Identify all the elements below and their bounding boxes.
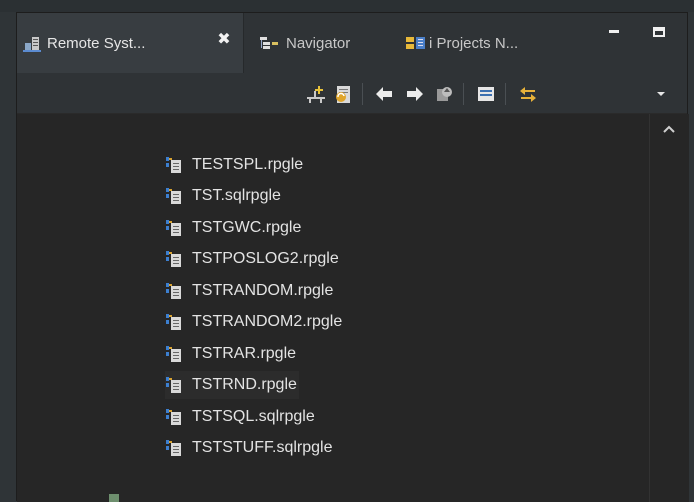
list-item[interactable]: TSTSTUFF.sqlrpgle xyxy=(165,434,332,462)
file-name: TSTRANDOM2.rpgle xyxy=(192,313,343,330)
link-with-editor-button[interactable] xyxy=(517,83,539,105)
up-button[interactable] xyxy=(433,83,455,105)
back-icon xyxy=(376,87,392,101)
file-name: TSTSTUFF.sqlrpgle xyxy=(192,439,333,456)
close-icon[interactable]: ✖ xyxy=(217,32,231,48)
list-item[interactable]: TSTRAR.rpgle xyxy=(165,340,296,368)
rpgle-member-icon xyxy=(166,188,181,204)
file-name: TST.sqlrpgle xyxy=(192,187,281,204)
rpgle-member-icon xyxy=(166,314,181,330)
rpgle-member-icon xyxy=(166,283,181,299)
list-item[interactable]: TESTSPL.rpgle xyxy=(165,151,303,179)
tab-label: Navigator xyxy=(286,34,351,52)
view-tab-bar: Remote Syst... ✖ Navigator i Projects N.… xyxy=(17,13,687,73)
tab-label: i Projects N... xyxy=(429,34,519,52)
window-top-border xyxy=(0,0,694,12)
list-item[interactable]: TSTSQL.sqlrpgle xyxy=(165,403,315,431)
refresh-button[interactable] xyxy=(332,83,354,105)
navigator-icon xyxy=(260,37,278,49)
collapse-all-icon xyxy=(478,87,494,101)
list-item[interactable]: TSTGWC.rpgle xyxy=(165,214,301,242)
tab-label: Remote Syst... xyxy=(47,34,146,52)
collapse-all-button[interactable] xyxy=(475,83,497,105)
link-with-editor-icon xyxy=(520,87,536,102)
rpgle-member-icon xyxy=(166,157,181,173)
maximize-icon[interactable] xyxy=(652,27,666,37)
toolbar-separator xyxy=(505,83,506,105)
file-name: TSTRAR.rpgle xyxy=(192,345,297,362)
list-item[interactable]: TSTRANDOM.rpgle xyxy=(165,277,333,305)
new-connection-button[interactable] xyxy=(305,83,327,105)
view-menu-icon xyxy=(657,92,665,96)
remote-systems-icon xyxy=(23,37,41,52)
file-name: TSTSQL.sqlrpgle xyxy=(192,408,315,425)
scroll-up-icon[interactable] xyxy=(662,124,676,134)
file-name: TSTRANDOM.rpgle xyxy=(192,282,334,299)
forward-button[interactable] xyxy=(404,83,426,105)
file-name: TSTGWC.rpgle xyxy=(192,219,302,236)
toolbar-separator xyxy=(362,83,363,105)
file-name: TESTSPL.rpgle xyxy=(192,156,304,173)
tab-remote-systems[interactable]: Remote Syst... ✖ xyxy=(17,13,244,73)
tab-i-projects[interactable]: i Projects N... xyxy=(399,13,518,73)
rpgle-member-icon xyxy=(166,409,181,425)
view-toolbar xyxy=(17,73,687,114)
file-name: TSTRND.rpgle xyxy=(192,376,297,393)
view-menu-button[interactable] xyxy=(650,83,672,105)
remote-systems-tree: TESTSPL.rpgle TST.sqlrpgle TSTGWC.rpgle … xyxy=(17,114,649,502)
i-projects-icon xyxy=(406,37,425,49)
list-item[interactable]: TSTPOSLOG2.rpgle xyxy=(165,245,339,273)
rpgle-member-icon xyxy=(166,251,181,267)
file-name: TSTPOSLOG2.rpgle xyxy=(192,250,339,267)
minimize-icon[interactable] xyxy=(607,27,621,37)
new-connection-icon xyxy=(307,86,325,103)
remote-systems-view: Remote Syst... ✖ Navigator i Projects N.… xyxy=(16,12,689,502)
refresh-icon xyxy=(336,86,350,103)
forward-icon xyxy=(407,87,423,101)
list-item[interactable]: TSTRANDOM2.rpgle xyxy=(165,308,342,336)
back-button[interactable] xyxy=(373,83,395,105)
rpgle-member-icon xyxy=(166,377,181,393)
list-item[interactable]: TSTRND.rpgle xyxy=(165,371,299,399)
list-item[interactable]: TST.sqlrpgle xyxy=(165,182,281,210)
up-icon xyxy=(437,87,452,101)
vertical-scrollbar[interactable] xyxy=(649,114,689,502)
tab-navigator[interactable]: Navigator xyxy=(252,13,350,73)
rpgle-member-icon xyxy=(166,346,181,362)
toolbar-separator xyxy=(463,83,464,105)
rpgle-member-icon xyxy=(166,220,181,236)
rpgle-member-icon xyxy=(166,440,181,456)
